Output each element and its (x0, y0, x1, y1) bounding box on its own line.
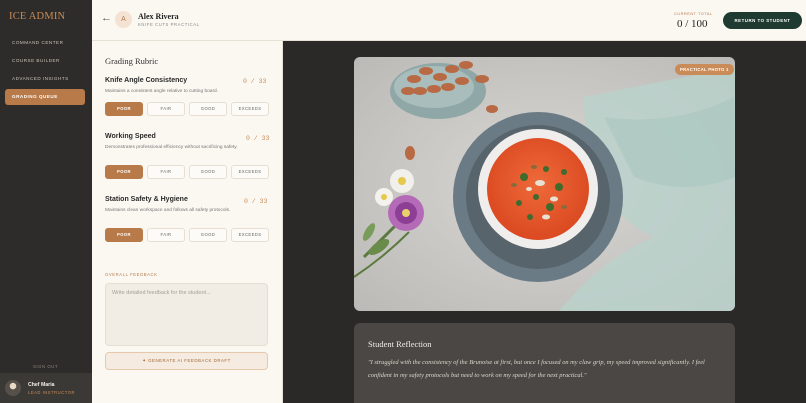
sidebar-item-command-center[interactable]: COMMAND CENTER (5, 35, 85, 51)
grading-rubric-panel: Grading Rubric Knife Angle Consistency M… (92, 41, 283, 403)
generate-label: GENERATE AI FEEDBACK DRAFT (148, 358, 231, 363)
student-reflection-card: Student Reflection "I struggled with the… (354, 323, 735, 403)
user-role: LEAD INSTRUCTOR (28, 390, 75, 395)
level-good-button[interactable]: GOOD (189, 102, 227, 116)
generate-ai-feedback-button[interactable]: ✦ GENERATE AI FEEDBACK DRAFT (105, 352, 268, 370)
reflection-title: Student Reflection (368, 339, 432, 349)
photo-tag-badge: PRACTICAL PHOTO 1 (675, 64, 734, 75)
student-avatar: A (115, 11, 132, 28)
header: ← A Alex Rivera KNIFE CUTS PRACTICAL CUR… (92, 0, 806, 41)
assignment-name: KNIFE CUTS PRACTICAL (138, 22, 200, 27)
rubric-title: Grading Rubric (105, 56, 159, 66)
level-good-button[interactable]: GOOD (189, 228, 227, 242)
level-poor-button[interactable]: POOR (105, 102, 143, 116)
level-fair-button[interactable]: FAIR (147, 228, 185, 242)
user-profile[interactable]: Chef Maria LEAD INSTRUCTOR (0, 373, 92, 403)
criterion-score: 0 / 33 (243, 78, 267, 85)
reflection-text: "I struggled with the consistency of the… (368, 359, 705, 379)
return-to-student-button[interactable]: RETURN TO STUDENT (723, 12, 802, 29)
soup-photo-illustration (354, 57, 735, 311)
sign-out-link[interactable]: SIGN OUT (33, 364, 58, 369)
sidebar-item-grading-queue[interactable]: GRADING QUEUE (5, 89, 85, 105)
criterion-score: 0 / 33 (244, 198, 268, 205)
feedback-label: OVERALL FEEDBACK (105, 272, 158, 277)
level-fair-button[interactable]: FAIR (147, 102, 185, 116)
user-name: Chef Maria (28, 382, 55, 388)
total-score: 0 / 100 (677, 18, 708, 30)
student-name: Alex Rivera (138, 12, 179, 21)
level-poor-button[interactable]: POOR (105, 228, 143, 242)
feedback-textarea[interactable] (105, 283, 268, 346)
sparkle-icon: ✦ (142, 358, 147, 363)
level-poor-button[interactable]: POOR (105, 165, 143, 179)
level-good-button[interactable]: GOOD (189, 165, 227, 179)
criterion-title: Station Safety & Hygiene (105, 196, 188, 203)
criterion-desc: Maintains clean workspace and follows al… (105, 208, 231, 213)
level-fair-button[interactable]: FAIR (147, 165, 185, 179)
sidebar-item-advanced-insights[interactable]: ADVANCED INSIGHTS (5, 71, 85, 87)
sidebar-item-course-builder[interactable]: COURSE BUILDER (5, 53, 85, 69)
criterion-score: 0 / 33 (246, 135, 270, 142)
level-exceeds-button[interactable]: EXCEEDS (231, 102, 269, 116)
criterion-desc: Demonstrates professional efficiency wit… (105, 145, 238, 150)
brand-logo: ICE ADMIN (9, 11, 66, 22)
total-label: CURRENT TOTAL (674, 11, 713, 16)
practical-photo[interactable] (354, 57, 735, 311)
avatar (5, 380, 21, 396)
level-exceeds-button[interactable]: EXCEEDS (231, 228, 269, 242)
criterion-title: Working Speed (105, 133, 156, 140)
photo-viewer: PRACTICAL PHOTO 1 Student Reflection "I … (283, 41, 806, 403)
arrow-left-icon[interactable]: ← (101, 12, 112, 24)
criterion-desc: Maintains a consistent angle relative to… (105, 89, 219, 94)
criterion-title: Knife Angle Consistency (105, 77, 188, 84)
sidebar: ICE ADMIN COMMAND CENTER COURSE BUILDER … (0, 0, 92, 403)
level-exceeds-button[interactable]: EXCEEDS (231, 165, 269, 179)
